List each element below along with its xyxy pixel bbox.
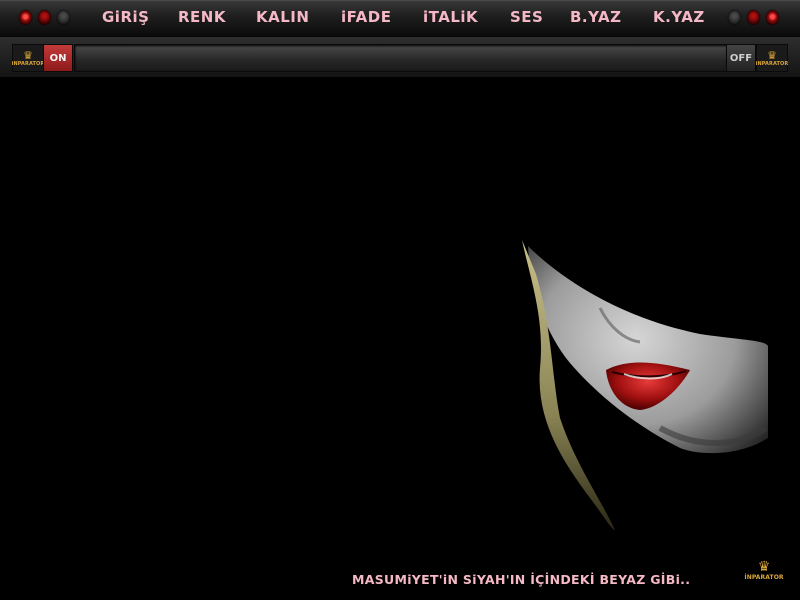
on-button[interactable]: ON [43, 44, 73, 72]
main-menu: GiRiŞ RENK KALIN iFADE iTALiK SES B.YAZ … [0, 0, 800, 36]
crown-icon: ♛ [23, 48, 33, 62]
footer-caption: MASUMiYET'iN SiYAH'IN İÇİNDEKİ BEYAZ GİB… [352, 572, 691, 587]
background-artwork [0, 78, 800, 600]
menu-item-b-yaz[interactable]: B.YAZ [570, 8, 622, 26]
menu-item-ifade[interactable]: iFADE [341, 8, 391, 26]
scrolling-text-area [74, 44, 728, 72]
menu-item-k-yaz[interactable]: K.YAZ [653, 8, 705, 26]
menu-item-kalin[interactable]: KALIN [256, 8, 309, 26]
brand-logo-right: ♛ iNPARATOR [756, 44, 788, 72]
led-light-icon [747, 10, 760, 25]
menu-item-italik[interactable]: iTALiK [423, 8, 478, 26]
face-shape [528, 246, 768, 454]
top-menu-bar: GiRiŞ RENK KALIN iFADE iTALiK SES B.YAZ … [0, 0, 800, 37]
right-led-group [728, 10, 779, 25]
page: GiRiŞ RENK KALIN iFADE iTALiK SES B.YAZ … [0, 0, 800, 600]
brand-logo-text: iNPARATOR [755, 60, 789, 67]
player-toolbar: ♛ iNPARATOR ON OFF ♛ iNPARATOR [0, 37, 800, 78]
crown-icon: ♛ [757, 559, 771, 575]
off-button[interactable]: OFF [726, 44, 756, 72]
led-light-icon [766, 10, 779, 25]
led-light-icon [728, 10, 741, 25]
menu-item-giris[interactable]: GiRiŞ [102, 8, 149, 26]
menu-item-renk[interactable]: RENK [178, 8, 226, 26]
crown-icon: ♛ [767, 48, 777, 62]
brand-logo-left: ♛ iNPARATOR [12, 44, 44, 72]
brand-logo-footer: ♛ İNPARATOR [742, 560, 786, 586]
brand-logo-text: iNPARATOR [11, 60, 45, 67]
brand-logo-text: İNPARATOR [744, 574, 784, 581]
woman-face-image [522, 240, 768, 530]
menu-item-ses[interactable]: SES [510, 8, 543, 26]
